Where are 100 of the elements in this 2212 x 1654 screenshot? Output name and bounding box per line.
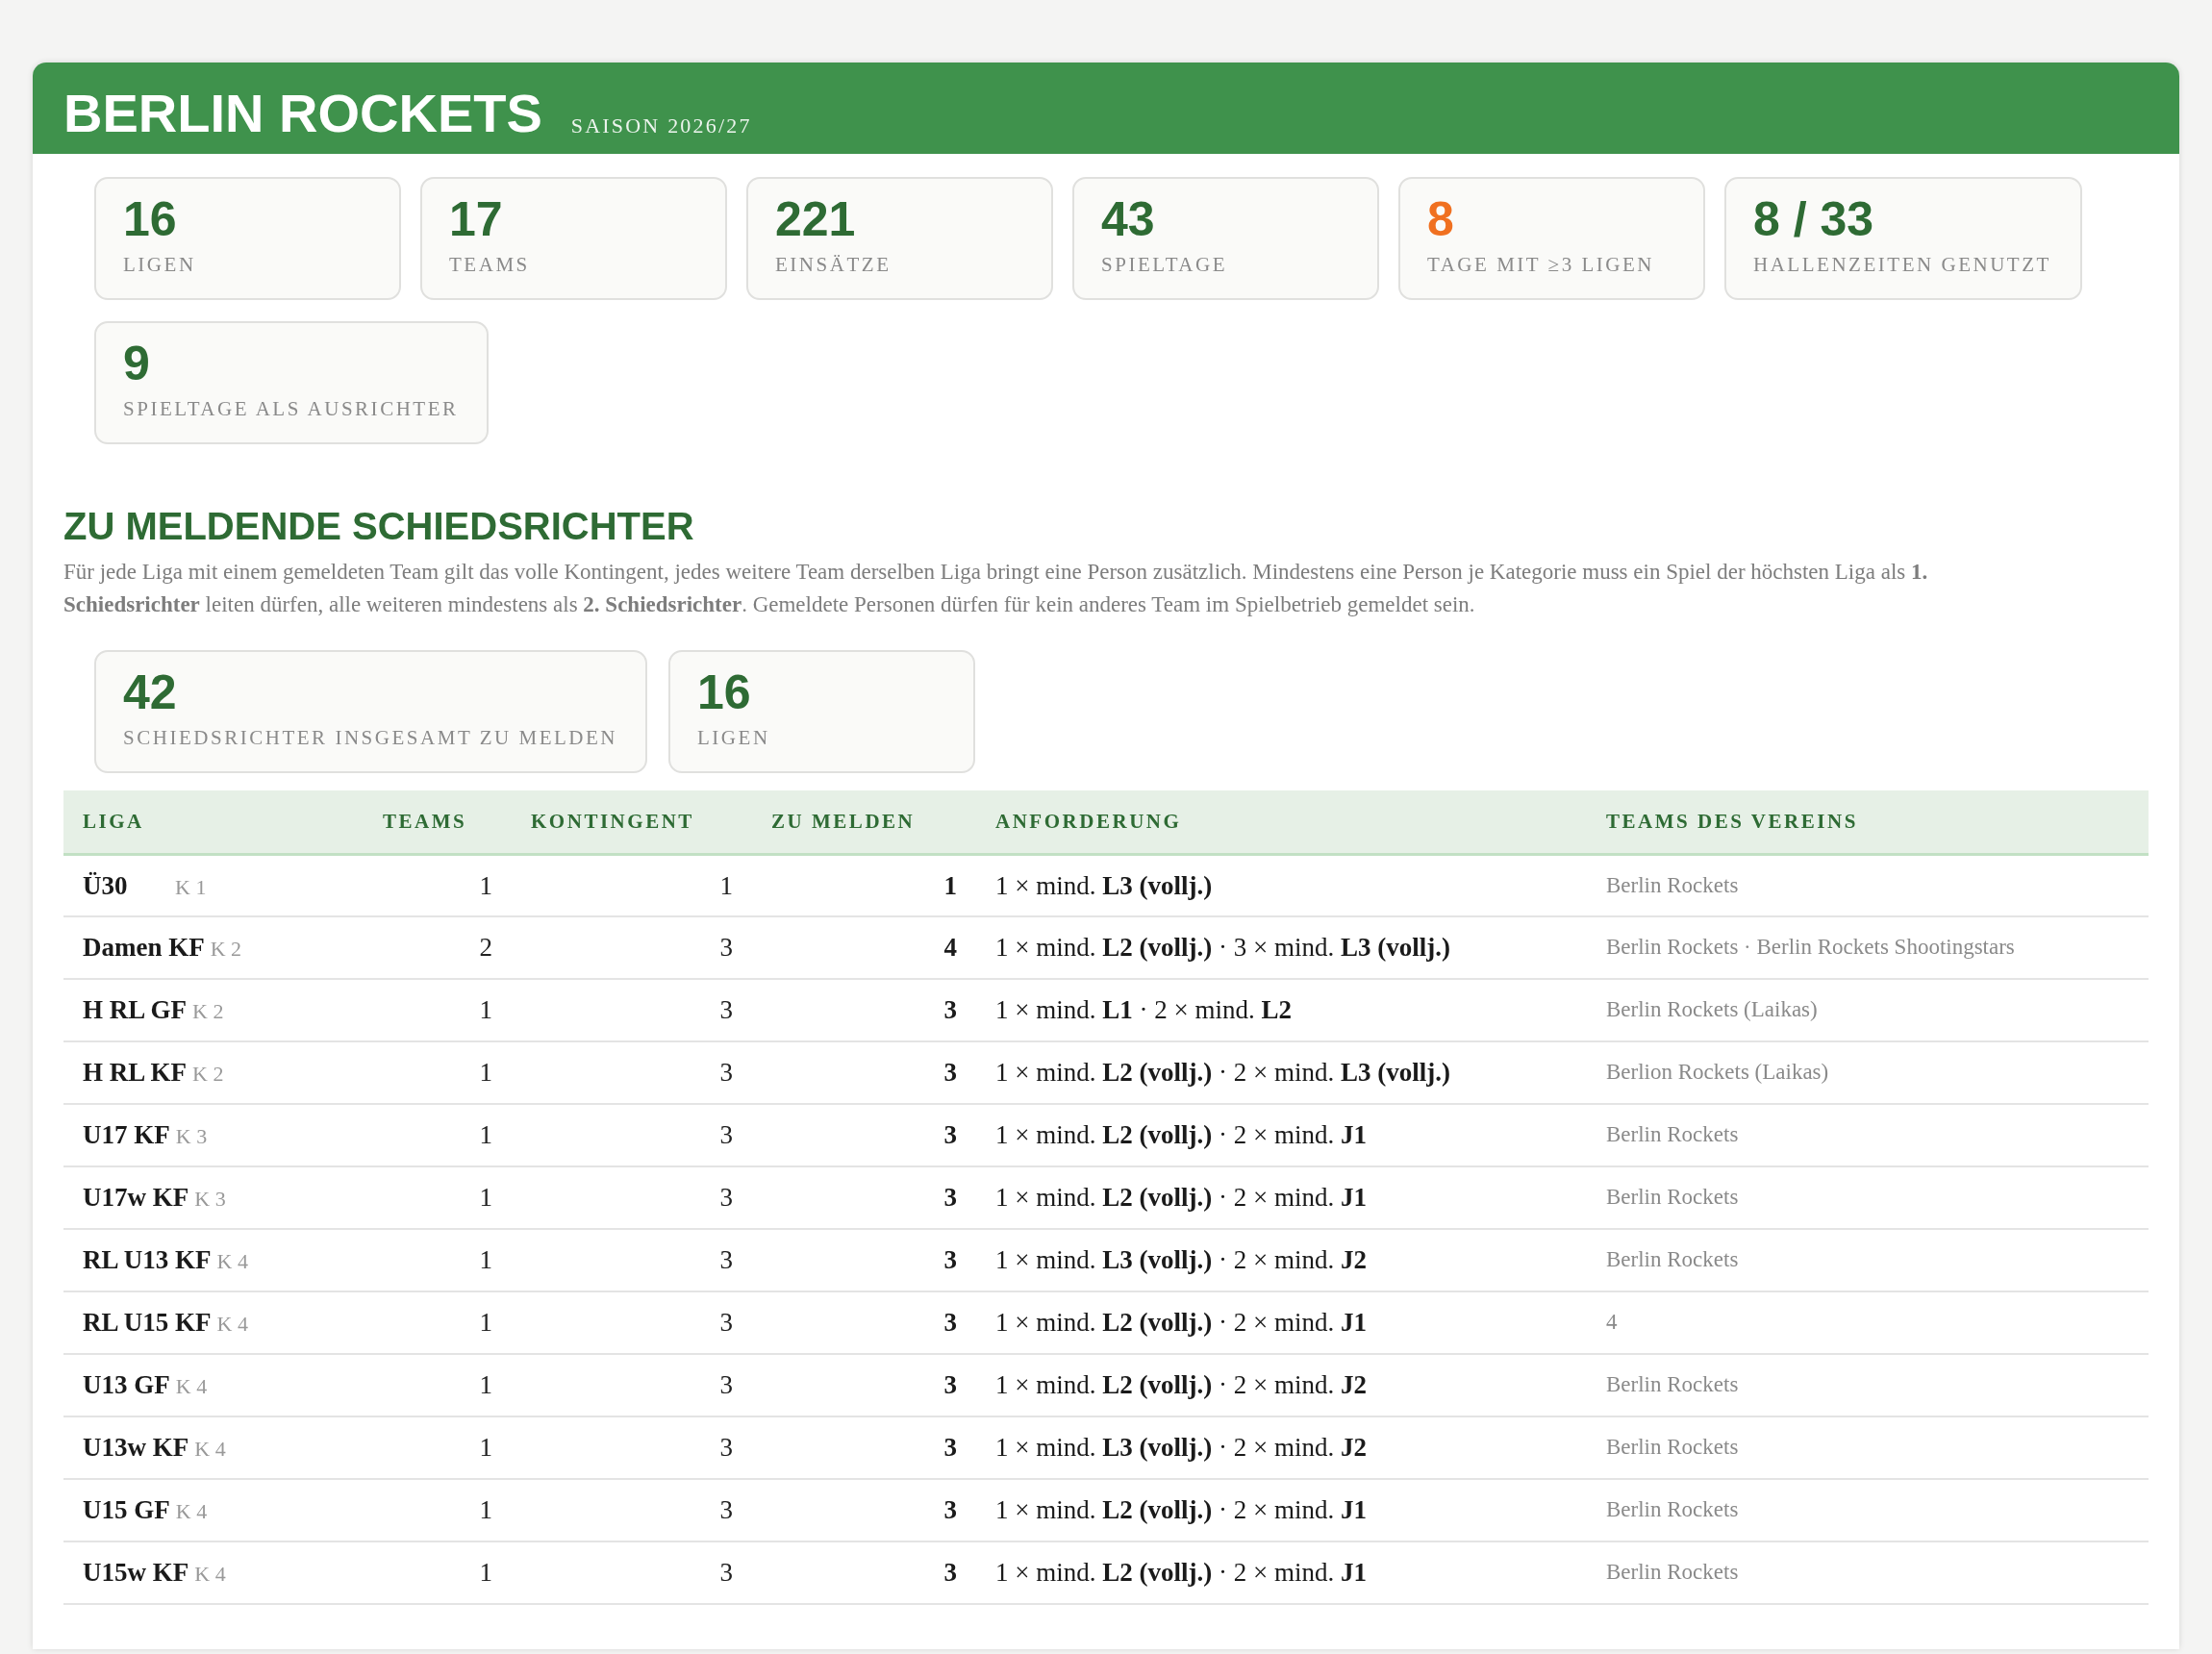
- table-cell: 1: [364, 1041, 512, 1104]
- requirement-cell: 1 × mind. L1 · 2 × mind. L2: [976, 979, 1587, 1041]
- stat-label: EINSÄTZE: [775, 252, 892, 278]
- stat-label: TAGE MIT ≥3 LIGEN: [1427, 252, 1654, 278]
- column-header: TEAMS DES VEREINS: [1587, 790, 2149, 854]
- requirement-cell: 1 × mind. L2 (vollj.) · 2 × mind. L3 (vollj.): [976, 1041, 1587, 1104]
- stat-value: 42: [123, 664, 177, 721]
- table-cell: 1: [752, 854, 976, 916]
- league-cell: H RL KF K 2: [63, 1041, 364, 1104]
- table-cell: 1: [364, 1104, 512, 1166]
- requirement-cell: 1 × mind. L2 (vollj.) · 2 × mind. J1: [976, 1541, 1587, 1604]
- table-cell: 3: [512, 1041, 752, 1104]
- league-cell: RL U13 KF K 4: [63, 1229, 364, 1291]
- league-cell: U15 GF K 4: [63, 1479, 364, 1541]
- league-cell: U17 KF K 3: [63, 1104, 364, 1166]
- table-cell: 4: [752, 916, 976, 979]
- table-cell: 1: [364, 1166, 512, 1229]
- column-header: LIGA: [63, 790, 364, 854]
- team-names-cell: Berlin Rockets: [1587, 854, 2149, 916]
- requirement-cell: 1 × mind. L2 (vollj.) · 2 × mind. J1: [976, 1291, 1587, 1354]
- stat-value: 17: [449, 191, 503, 248]
- table-cell: 3: [752, 1166, 976, 1229]
- requirement-cell: 1 × mind. L2 (vollj.) · 2 × mind. J1: [976, 1104, 1587, 1166]
- table-cell: 3: [512, 979, 752, 1041]
- stat-label: LIGEN: [697, 725, 770, 751]
- column-header: ZU MELDEN: [752, 790, 976, 854]
- stat-value: 221: [775, 191, 856, 248]
- requirement-cell: 1 × mind. L2 (vollj.) · 2 × mind. J1: [976, 1166, 1587, 1229]
- requirement-cell: 1 × mind. L2 (vollj.) · 2 × mind. J2: [976, 1354, 1587, 1416]
- column-header: TEAMS: [364, 790, 512, 854]
- stat-value: 16: [123, 191, 177, 248]
- team-names-cell: Berlin Rockets: [1587, 1416, 2149, 1479]
- team-names-cell: Berlin Rockets: [1587, 1479, 2149, 1541]
- team-names-cell: Berlin Rockets: [1587, 1541, 2149, 1604]
- table-cell: 1: [364, 1229, 512, 1291]
- description-paragraph: Für jede Liga mit einem gemeldeten Team gilt das volle Kontingent, jedes weitere Team derselben Liga bringt eine Person zusätzlich. Mindestens eine Person je Kategorie muss ein Spiel der höchsten Liga als 1. Schiedsrichter leiten dürfen, alle weiteren mindestens als 2. Schiedsrichter. Gemeldete Personen dürfen für kein anderes Team im Spielbetrieb gemeldet sein.: [63, 559, 1929, 618]
- table-cell: 1: [364, 854, 512, 916]
- team-names-cell: Berlin Rockets: [1587, 1354, 2149, 1416]
- table-cell: 2: [364, 916, 512, 979]
- league-cell: H RL GF K 2: [63, 979, 364, 1041]
- table-cell: 1: [364, 1416, 512, 1479]
- stat-value: 43: [1101, 191, 1155, 248]
- table-cell: 1: [364, 1291, 512, 1354]
- league-cell: Ü30 K 1: [63, 854, 364, 916]
- table-cell: 1: [364, 1479, 512, 1541]
- requirement-cell: 1 × mind. L3 (vollj.) · 2 × mind. J2: [976, 1229, 1587, 1291]
- table-cell: 1: [364, 1541, 512, 1604]
- table-cell: 3: [752, 979, 976, 1041]
- table-cell: 3: [512, 916, 752, 979]
- stat-value: 8: [1427, 191, 1454, 248]
- column-header: ANFORDERUNG: [976, 790, 1587, 854]
- table-cell: 1: [364, 979, 512, 1041]
- table-cell: 3: [512, 1479, 752, 1541]
- team-names-cell: 4: [1587, 1291, 2149, 1354]
- league-cell: RL U15 KF K 4: [63, 1291, 364, 1354]
- league-cell: U17w KF K 3: [63, 1166, 364, 1229]
- team-names-cell: Berlin Rockets: [1587, 1166, 2149, 1229]
- team-names-cell: Berlin Rockets (Laikas): [1587, 979, 2149, 1041]
- stat-label: LIGEN: [123, 252, 196, 278]
- stat-value: 8 / 33: [1753, 191, 1874, 248]
- team-names-cell: Berlin Rockets: [1587, 1229, 2149, 1291]
- season-label: SAISON 2026/27: [570, 115, 752, 139]
- table-cell: 3: [752, 1104, 976, 1166]
- league-cell: U13w KF K 4: [63, 1416, 364, 1479]
- table-cell: 3: [512, 1291, 752, 1354]
- table-cell: 3: [512, 1229, 752, 1291]
- team-names-cell: Berlion Rockets (Laikas): [1587, 1041, 2149, 1104]
- stat-label: HALLENZEITEN GENUTZT: [1753, 252, 2051, 278]
- table-cell: 3: [512, 1354, 752, 1416]
- stat-value: 9: [123, 336, 150, 392]
- requirement-cell: 1 × mind. L2 (vollj.) · 2 × mind. J1: [976, 1479, 1587, 1541]
- column-header: KONTINGENT: [512, 790, 752, 854]
- table-cell: 3: [512, 1541, 752, 1604]
- stat-label: TEAMS: [449, 252, 530, 278]
- league-cell: U15w KF K 4: [63, 1541, 364, 1604]
- stat-label: SPIELTAGE: [1101, 252, 1228, 278]
- table-cell: 3: [752, 1416, 976, 1479]
- table-cell: 3: [512, 1416, 752, 1479]
- requirement-cell: 1 × mind. L3 (vollj.) · 2 × mind. J2: [976, 1416, 1587, 1479]
- table-cell: 3: [752, 1541, 976, 1604]
- stat-label: SPIELTAGE ALS AUSRICHTER: [123, 396, 459, 422]
- table-cell: 1: [364, 1354, 512, 1416]
- table-cell: 3: [752, 1479, 976, 1541]
- table-cell: 3: [512, 1166, 752, 1229]
- league-cell: U13 GF K 4: [63, 1354, 364, 1416]
- table-cell: 3: [752, 1354, 976, 1416]
- club-title: BERLIN ROCKETS: [63, 87, 542, 140]
- requirement-cell: 1 × mind. L3 (vollj.): [976, 854, 1587, 916]
- stat-label: SCHIEDSRICHTER INSGESAMT ZU MELDEN: [123, 725, 618, 751]
- league-cell: Damen KF K 2: [63, 916, 364, 979]
- section-heading: ZU MELDENDE SCHIEDSRICHTER: [63, 504, 695, 549]
- table-cell: 3: [752, 1291, 976, 1354]
- table-cell: 3: [512, 1104, 752, 1166]
- table-cell: 3: [752, 1041, 976, 1104]
- table-cell: 1: [512, 854, 752, 916]
- requirement-cell: 1 × mind. L2 (vollj.) · 3 × mind. L3 (vollj.): [976, 916, 1587, 979]
- team-names-cell: Berlin Rockets · Berlin Rockets Shootingstars: [1587, 916, 2149, 979]
- table-cell: 3: [752, 1229, 976, 1291]
- team-names-cell: Berlin Rockets: [1587, 1104, 2149, 1166]
- stat-value: 16: [697, 664, 751, 721]
